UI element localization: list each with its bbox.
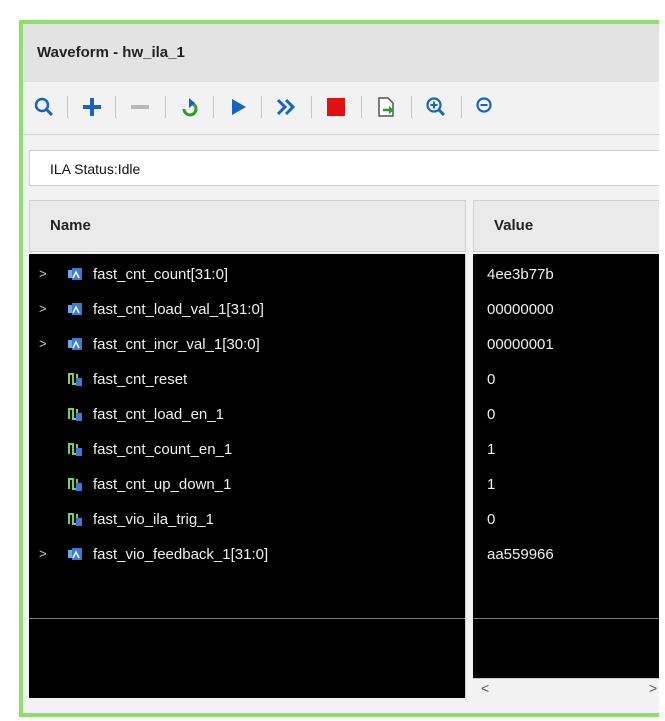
stop-button[interactable]: [321, 92, 351, 122]
toolbar-separator: [67, 96, 68, 118]
bus-signal-icon: [67, 266, 83, 282]
signal-row[interactable]: fast_cnt_load_en_1: [29, 400, 465, 430]
value-column-label: Value: [494, 217, 534, 234]
title-bar: Waveform - hw_ila_1: [23, 24, 659, 82]
search-icon: [34, 97, 54, 117]
signal-row[interactable]: > fast_cnt_count[31:0]: [29, 260, 465, 290]
add-button[interactable]: [77, 92, 107, 122]
signal-name: fast_cnt_count[31:0]: [93, 266, 229, 283]
value-row[interactable]: 0: [473, 400, 659, 430]
signal-value: 00000001: [487, 336, 554, 353]
fast-forward-icon: [276, 98, 296, 116]
signal-row[interactable]: > fast_cnt_load_val_1[31:0]: [29, 295, 465, 325]
value-row[interactable]: 1: [473, 470, 659, 500]
signal-name-panel: > fast_cnt_count[31:0] > fast_cnt_load_val_…: [29, 254, 466, 698]
value-row[interactable]: 0: [473, 505, 659, 535]
divider: [29, 618, 465, 619]
signal-row[interactable]: > fast_vio_feedback_1[31:0]: [29, 540, 465, 570]
value-row[interactable]: aa559966: [473, 540, 659, 570]
bus-signal-icon: [67, 301, 83, 317]
signal-name: fast_vio_ila_trig_1: [93, 511, 214, 528]
bus-signal-icon: [67, 336, 83, 352]
signal-value: 1: [487, 476, 496, 493]
value-row[interactable]: 00000001: [473, 330, 659, 360]
value-row[interactable]: 4ee3b77b: [473, 260, 659, 290]
signal-row[interactable]: fast_cnt_count_en_1: [29, 435, 465, 465]
remove-button[interactable]: [125, 92, 155, 122]
search-button[interactable]: [29, 92, 59, 122]
window-title: Waveform - hw_ila_1: [37, 44, 185, 61]
value-column-header[interactable]: Value: [473, 200, 659, 252]
bit-signal-icon: [67, 511, 83, 527]
toolbar: [23, 82, 659, 135]
toolbar-separator: [461, 96, 462, 118]
signal-value: 0: [487, 371, 496, 388]
signal-row[interactable]: fast_vio_ila_trig_1: [29, 505, 465, 535]
value-row[interactable]: 0: [473, 365, 659, 395]
toolbar-separator: [213, 96, 214, 118]
bit-signal-icon: [67, 441, 83, 457]
ila-status-bar: ILA Status:Idle: [29, 150, 659, 186]
expand-chevron-icon[interactable]: >: [39, 546, 47, 561]
signal-value: aa559966: [487, 546, 554, 563]
toolbar-separator: [311, 96, 312, 118]
expand-chevron-icon[interactable]: >: [39, 301, 47, 316]
signal-value: 0: [487, 511, 496, 528]
signal-name: fast_cnt_load_en_1: [93, 406, 224, 423]
signal-name: fast_cnt_load_val_1[31:0]: [93, 301, 264, 318]
zoom-in-icon: [426, 97, 446, 117]
refresh-icon: [182, 98, 198, 117]
toolbar-separator: [261, 96, 262, 118]
signal-value: 0: [487, 406, 496, 423]
signal-name: fast_cnt_up_down_1: [93, 476, 232, 493]
refresh-button[interactable]: [175, 92, 205, 122]
signal-row[interactable]: fast_cnt_reset: [29, 365, 465, 395]
bit-signal-icon: [67, 371, 83, 387]
toolbar-separator: [115, 96, 116, 118]
signal-value-panel: 4ee3b77b 00000000 00000001 0 0 1 1 0 aa559966 < …: [473, 254, 659, 699]
toolbar-separator: [361, 96, 362, 118]
zoom-out-icon: [476, 97, 492, 113]
name-column-header[interactable]: Name: [29, 200, 466, 252]
signal-name: fast_cnt_incr_val_1[30:0]: [93, 336, 260, 353]
run-trigger-button[interactable]: [223, 92, 253, 122]
bus-signal-icon: [67, 546, 83, 562]
ila-status-text: ILA Status:Idle: [50, 161, 141, 177]
expand-chevron-icon[interactable]: >: [39, 266, 47, 281]
signal-row[interactable]: > fast_cnt_incr_val_1[30:0]: [29, 330, 465, 360]
zoom-in-button[interactable]: [421, 92, 451, 122]
name-column-label: Name: [50, 217, 91, 234]
plus-icon: [83, 98, 101, 116]
toolbar-separator: [165, 96, 166, 118]
signal-name: fast_cnt_count_en_1: [93, 441, 233, 458]
signal-value: 00000000: [487, 301, 554, 318]
bit-signal-icon: [67, 476, 83, 492]
scroll-left-arrow[interactable]: <: [481, 680, 489, 696]
export-button[interactable]: [371, 92, 401, 122]
signal-value: 4ee3b77b: [487, 266, 554, 283]
value-row[interactable]: 00000000: [473, 295, 659, 325]
minus-icon: [131, 105, 149, 109]
value-row[interactable]: 1: [473, 435, 659, 465]
scroll-right-arrow[interactable]: >: [649, 680, 657, 696]
waveform-window: Waveform - hw_ila_1 ILA Status:Idle Name…: [19, 20, 659, 717]
run-immediate-button[interactable]: [271, 92, 301, 122]
toolbar-separator: [411, 96, 412, 118]
export-icon: [378, 97, 394, 117]
stop-icon: [327, 98, 345, 116]
bit-signal-icon: [67, 406, 83, 422]
expand-chevron-icon[interactable]: >: [39, 336, 47, 351]
signal-value: 1: [487, 441, 496, 458]
signal-row[interactable]: fast_cnt_up_down_1: [29, 470, 465, 500]
horizontal-scrollbar[interactable]: < >: [473, 678, 659, 699]
divider: [473, 618, 659, 619]
signal-name: fast_cnt_reset: [93, 371, 188, 388]
play-icon: [232, 99, 246, 115]
signal-name: fast_vio_feedback_1[31:0]: [93, 546, 269, 563]
zoom-out-button[interactable]: [469, 92, 499, 122]
